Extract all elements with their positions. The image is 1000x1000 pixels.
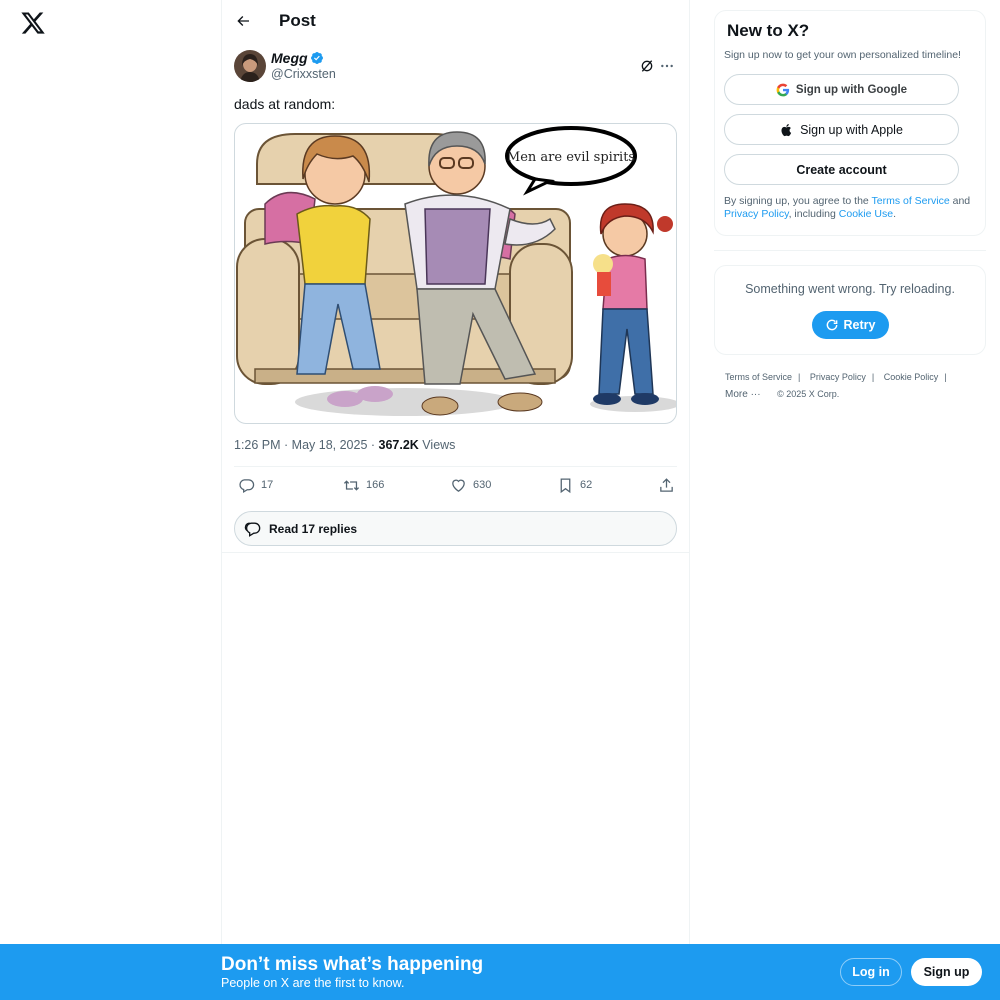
divider	[222, 552, 689, 553]
speech-bubble-text: Men are evil spirits	[507, 150, 635, 165]
footer-separator: |	[798, 372, 801, 382]
views-label: Views	[418, 438, 456, 452]
views-count: 367.2K	[378, 438, 419, 452]
legal-text: , including	[788, 208, 839, 220]
apple-icon	[781, 123, 792, 136]
read-replies-label: Read 17 replies	[269, 521, 358, 536]
bookmark-button[interactable]: 62	[557, 477, 657, 494]
author-names: Megg @Crixxsten	[271, 50, 336, 82]
signup-card: New to X? Sign up now to get your own pe…	[714, 10, 986, 236]
banner-title: Don’t miss what’s happening	[221, 954, 484, 975]
google-signup-label: Sign up with Google	[795, 83, 908, 96]
action-bar: 17 166 630 62	[234, 467, 677, 503]
cookie-use-link[interactable]: Cookie Use	[839, 208, 893, 220]
login-button[interactable]: Log in	[840, 958, 902, 986]
legal-text: By signing up, you agree to the	[724, 195, 872, 207]
footer-terms-link[interactable]: Terms of Service	[725, 372, 792, 382]
footer-cookie-link[interactable]: Cookie Policy	[884, 372, 939, 382]
terms-link[interactable]: Terms of Service	[872, 195, 950, 207]
google-icon	[776, 83, 790, 96]
page-title: Post	[279, 11, 316, 30]
back-arrow-icon[interactable]	[234, 12, 252, 30]
divider	[714, 250, 986, 251]
error-card: Something went wrong. Try reloading. Ret…	[714, 265, 986, 355]
create-account-button[interactable]: Create account	[724, 154, 959, 185]
footer-separator: |	[944, 372, 947, 382]
like-button[interactable]: 630	[450, 477, 556, 494]
retry-label: Retry	[843, 318, 876, 332]
error-message: Something went wrong. Try reloading.	[745, 282, 955, 296]
avatar[interactable]	[234, 50, 266, 82]
author-row: Megg @Crixxsten	[234, 50, 677, 82]
privacy-link[interactable]: Privacy Policy	[724, 208, 789, 220]
reply-icon	[239, 478, 255, 493]
signup-title: New to X?	[727, 21, 810, 40]
signup-legal: By signing up, you agree to the Terms of…	[724, 195, 976, 221]
post-time[interactable]: 1:26 PM · May 18, 2025 ·	[234, 438, 379, 452]
signup-subtitle: Sign up now to get your own personalized…	[724, 49, 961, 61]
footer-privacy-link[interactable]: Privacy Policy	[810, 372, 866, 382]
retweet-count: 166	[366, 479, 385, 491]
signup-button[interactable]: Sign up	[911, 958, 982, 986]
retweet-icon	[343, 479, 360, 491]
more-icon[interactable]	[659, 58, 675, 74]
x-logo-icon[interactable]	[20, 10, 46, 36]
legal-text: .	[893, 208, 896, 220]
post-image[interactable]: Men are evil spirits	[234, 123, 677, 424]
author-name[interactable]: Megg	[271, 50, 308, 66]
create-account-label: Create account	[796, 162, 887, 177]
read-replies-button[interactable]: Read 17 replies	[234, 511, 677, 546]
refresh-icon	[826, 319, 837, 331]
footer-more-label: More	[725, 389, 748, 400]
main-column: Post Megg @Crixxsten dads at random: Men…	[221, 0, 690, 944]
footer-more-link[interactable]: More ···	[725, 389, 761, 400]
footer-separator: |	[871, 372, 875, 382]
top-bar: Post	[222, 0, 689, 42]
google-signup-button[interactable]: Sign up with Google	[724, 74, 959, 105]
retweet-button[interactable]: 166	[343, 477, 449, 494]
like-icon	[452, 479, 465, 492]
retry-button[interactable]: Retry	[811, 311, 889, 339]
apple-signup-label: Sign up with Apple	[800, 122, 903, 137]
legal-text: and	[949, 195, 971, 207]
post-meta: 1:26 PM · May 18, 2025 · 367.2K Views	[234, 438, 677, 466]
replies-bubble-icon	[244, 522, 261, 537]
share-button[interactable]	[658, 477, 675, 494]
reply-count: 17	[261, 479, 274, 491]
verified-badge-icon	[310, 51, 324, 65]
bookmark-icon	[560, 477, 571, 493]
grok-icon[interactable]	[639, 58, 655, 74]
signup-banner: Don’t miss what’s happening People on X …	[0, 944, 1000, 1000]
bookmark-count: 62	[580, 479, 593, 491]
apple-signup-button[interactable]: Sign up with Apple	[724, 114, 959, 145]
footer-copyright: © 2025 X Corp.	[777, 389, 840, 399]
post: Megg @Crixxsten dads at random: Men are …	[222, 50, 689, 553]
author-handle[interactable]: @Crixxsten	[271, 66, 336, 82]
banner-subtitle: People on X are the first to know.	[221, 976, 405, 990]
reply-button[interactable]: 17	[238, 477, 342, 494]
sidebar: New to X? Sign up now to get your own pe…	[714, 10, 986, 403]
share-icon	[660, 477, 673, 492]
post-text: dads at random:	[234, 96, 336, 112]
footer-links: Terms of Service | Privacy Policy | Cookie…	[714, 369, 986, 403]
like-count: 630	[473, 479, 492, 491]
